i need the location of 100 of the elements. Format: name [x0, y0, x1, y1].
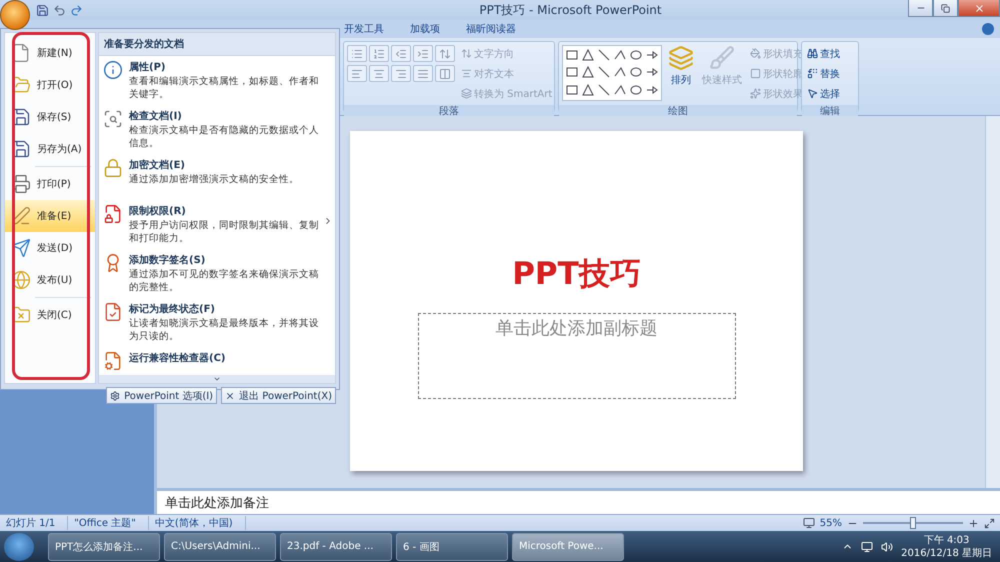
indent-increase-icon [417, 48, 429, 60]
menu-item[interactable]: 新建(N) [5, 37, 95, 69]
option-title: 标记为最终状态(F) [129, 302, 216, 316]
option-description: 让读者知晓演示文稿是最终版本，并将其设为只读的。 [129, 317, 320, 343]
menu-option[interactable]: 限制权限(R) 授予用户访问权限，同时限制其编辑、复制和打印能力。 [99, 200, 335, 249]
shape-icon[interactable] [581, 48, 595, 62]
option-title: 加密文档(E) [129, 158, 186, 172]
subtitle-placeholder[interactable]: 单击此处添加副标题 [418, 313, 736, 399]
close-icon [974, 2, 984, 14]
menu-option[interactable]: 添加数字签名(S) 通过添加不可见的数字签名来确保演示文稿的完整性。 [99, 249, 335, 298]
undo-icon [53, 4, 66, 16]
shape-icon[interactable] [581, 65, 595, 80]
option-description: 通过添加加密增强演示文稿的安全性。 [129, 173, 300, 186]
menu-item[interactable]: 准备(E) [5, 200, 95, 232]
ribbon-tab[interactable]: 加载项 [408, 22, 442, 36]
menu-button[interactable]: 退出 PowerPoint(X) [221, 387, 336, 404]
menu-option[interactable]: 加密文档(E) 通过添加加密增强演示文稿的安全性。 [99, 154, 335, 200]
option-description: 授予用户访问权限，同时限制其编辑、复制和打印能力。 [129, 219, 320, 245]
menu-option[interactable]: 标记为最终状态(F) 让读者知晓演示文稿是最终版本，并将其设为只读的。 [99, 298, 335, 347]
menu-option[interactable]: 属性(P) 查看和编辑演示文稿属性，如标题、作者和关键字。 [99, 56, 335, 105]
help-icon[interactable] [982, 23, 994, 35]
command-button[interactable]: 替换 [805, 65, 842, 82]
menu-item[interactable]: 打开(O) [5, 69, 95, 101]
shape-icon[interactable] [597, 65, 611, 80]
shape-icon[interactable] [597, 48, 611, 62]
taskbar-button[interactable]: PPT怎么添加备注... [48, 532, 160, 560]
option-title: 添加数字签名(S) [129, 253, 206, 267]
shape-icon[interactable] [581, 82, 595, 97]
menu-item[interactable]: 另存为(A) [5, 133, 95, 165]
ribbon-tab[interactable]: 福昕阅读器 [464, 22, 518, 36]
info-icon [103, 60, 123, 80]
caret-icon [213, 375, 221, 383]
close-icon [225, 390, 236, 400]
taskbar-button[interactable]: 6 - 画图 [396, 532, 508, 560]
shape-gallery[interactable] [562, 45, 662, 101]
shape-icon[interactable] [565, 82, 579, 97]
ribbon-tab[interactable]: 开发工具 [342, 22, 386, 36]
menu-option[interactable]: 检查文档(I) 检查演示文稿中是否有隐藏的元数据或个人信息。 [99, 105, 335, 154]
option-title: 限制权限(R) [129, 204, 187, 218]
align-text-icon [461, 68, 472, 79]
document-gear-icon [103, 351, 123, 371]
menu-item[interactable]: 发布(U) [5, 264, 95, 296]
shape-icon[interactable] [565, 48, 579, 62]
menu-item[interactable]: 发送(D) [5, 232, 95, 264]
shape-icon[interactable] [613, 82, 627, 97]
gear-icon [110, 390, 120, 400]
menu-button[interactable]: PowerPoint 选项(I) [106, 387, 218, 404]
shape-icon[interactable] [629, 82, 643, 97]
shape-icon[interactable] [629, 48, 643, 62]
replace-icon [807, 68, 818, 79]
line-spacing-icon [439, 48, 451, 60]
smartart-icon [461, 88, 472, 99]
taskbar-button[interactable]: 23.pdf - Adobe ... [280, 532, 392, 560]
menu-item[interactable]: 打印(P) [5, 168, 95, 200]
clock[interactable]: 下午 4:03 2016/12/18 星期日 [901, 534, 992, 560]
shape-icon[interactable] [565, 65, 579, 80]
text-direction-icon [461, 48, 472, 59]
shape-icon[interactable] [645, 48, 659, 62]
inspect-icon [103, 109, 123, 129]
fit-window-icon [984, 518, 995, 528]
volume-icon [881, 540, 894, 552]
status-text: 中文(简体，中国) [148, 516, 246, 530]
menu-item[interactable]: 保存(S) [5, 101, 95, 133]
command-button[interactable]: 选择 [805, 85, 842, 102]
lock-icon [103, 158, 123, 178]
taskbar-button[interactable]: C:\Users\Admini... [164, 532, 276, 560]
placeholder-text: 单击此处添加副标题 [496, 317, 658, 341]
option-description: 检查演示文稿中是否有隐藏的元数据或个人信息。 [129, 124, 320, 150]
menu-item[interactable]: 关闭(C) [5, 299, 95, 331]
pointer-icon [807, 88, 818, 99]
normal-view-icon [802, 517, 815, 529]
justify-icon [417, 68, 429, 80]
menu-option[interactable]: 运行兼容性检查器(C) [99, 347, 335, 375]
shape-icon[interactable] [613, 48, 627, 62]
redo-icon [70, 4, 83, 16]
shape-icon[interactable] [597, 82, 611, 97]
notes-field[interactable]: 单击此处添加备注 [157, 488, 1000, 514]
align-right-icon [395, 68, 407, 80]
restore-button[interactable] [933, 0, 958, 17]
option-description: 查看和编辑演示文稿属性，如标题、作者和关键字。 [129, 75, 320, 101]
option-title: 运行兼容性检查器(C) [129, 351, 226, 365]
network-icon [861, 540, 874, 552]
stack-icon [668, 45, 694, 71]
close-button[interactable] [958, 0, 1000, 17]
shape-icon[interactable] [629, 65, 643, 80]
option-title: 检查文档(I) [129, 110, 183, 123]
zoom-level[interactable]: 55% [820, 518, 842, 528]
slide-title: PPT技巧 [512, 255, 641, 294]
start-button[interactable] [4, 532, 34, 560]
align-center-icon [373, 68, 385, 80]
brush-icon [709, 45, 735, 71]
command-button[interactable]: 查找 [805, 45, 842, 62]
command-button[interactable]: 排列 [666, 45, 696, 102]
restore-icon [941, 4, 950, 12]
indent-decrease-icon [395, 48, 407, 60]
effects-icon [750, 88, 761, 99]
option-description: 通过添加不可见的数字签名来确保演示文稿的完整性。 [129, 268, 320, 294]
columns-icon [439, 68, 451, 80]
zoom-in-icon [968, 518, 979, 528]
scrollbar[interactable] [985, 116, 1000, 488]
